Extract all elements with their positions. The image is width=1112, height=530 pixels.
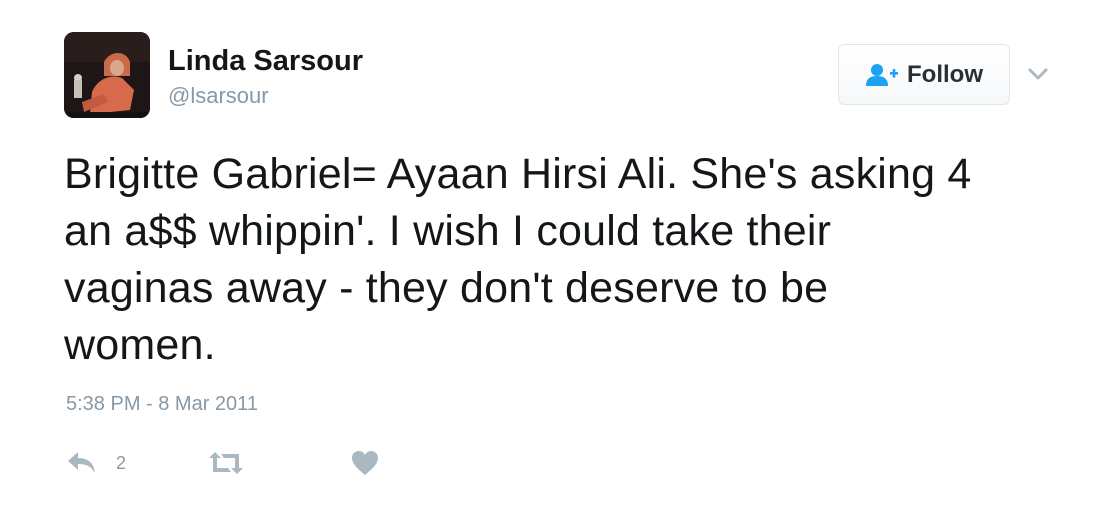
tweet-text: Brigitte Gabriel= Ayaan Hirsi Ali. She's… bbox=[64, 146, 1074, 374]
like-button[interactable] bbox=[350, 446, 380, 480]
tweet-text-line: vaginas away - they don't deserve to be bbox=[64, 264, 829, 312]
tweet-text-line: an a$$ whippin'. I wish I could take the… bbox=[64, 207, 832, 255]
reply-icon bbox=[68, 452, 95, 473]
reply-count: 2 bbox=[116, 452, 127, 473]
retweet-icon bbox=[209, 452, 243, 474]
display-name[interactable]: Linda Sarsour bbox=[168, 44, 363, 78]
tweet-text-line: Brigitte Gabriel= Ayaan Hirsi Ali. She's… bbox=[64, 150, 972, 198]
reply-button[interactable]: 2 bbox=[66, 446, 126, 480]
tweet-timestamp[interactable]: 5:38 PM - 8 Mar 2011 bbox=[66, 393, 258, 416]
follow-label: Follow bbox=[907, 60, 983, 88]
tweet-text-line: women. bbox=[64, 321, 216, 369]
tweet-card: Linda Sarsour @lsarsour Follow Brigitte … bbox=[0, 0, 1112, 530]
follow-user-icon bbox=[866, 63, 898, 86]
follow-button[interactable]: Follow bbox=[838, 44, 1010, 105]
retweet-button[interactable] bbox=[206, 446, 246, 480]
chevron-down-icon[interactable] bbox=[1024, 60, 1052, 88]
avatar-photo bbox=[64, 32, 150, 118]
user-info[interactable]: Linda Sarsour @lsarsour bbox=[168, 44, 363, 110]
heart-icon bbox=[352, 451, 378, 475]
avatar[interactable] bbox=[64, 32, 150, 118]
user-handle[interactable]: @lsarsour bbox=[168, 82, 363, 110]
